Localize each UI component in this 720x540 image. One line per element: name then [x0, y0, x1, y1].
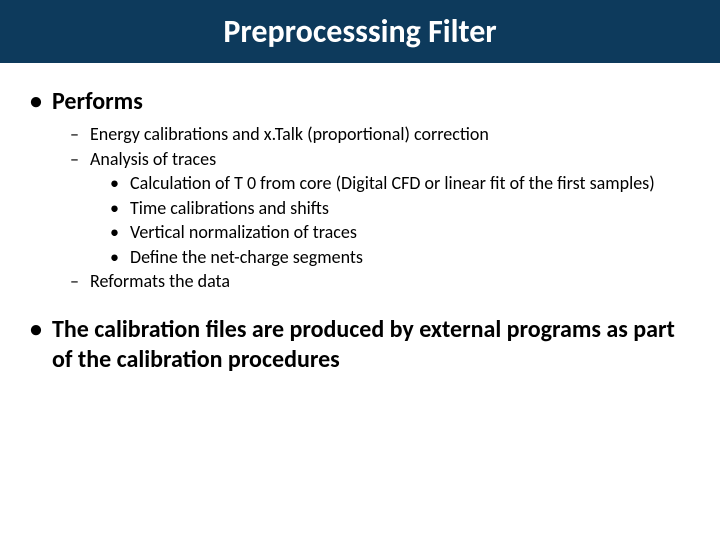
list-item: Energy calibrations and x.Talk (proporti…: [30, 123, 690, 146]
spacer: [30, 295, 690, 315]
list-item: Calculation of T 0 from core (Digital CF…: [30, 172, 690, 195]
slide: Preprocesssing Filter Performs Energy ca…: [0, 0, 720, 540]
list-item: Analysis of traces: [30, 148, 690, 171]
list-item: Vertical normalization of traces: [30, 221, 690, 244]
list-item: Define the net-charge segments: [30, 246, 690, 269]
slide-title: Preprocesssing Filter: [0, 14, 720, 49]
list-item: Time calibrations and shifts: [30, 197, 690, 220]
list-item: Reformats the data: [30, 270, 690, 293]
section-heading-performs: Performs: [30, 87, 690, 117]
title-band: Preprocesssing Filter: [0, 0, 720, 63]
bullet-list: Performs Energy calibrations and x.Talk …: [30, 87, 690, 375]
section-heading-calibration: The calibration files are produced by ex…: [30, 315, 690, 375]
slide-content: Performs Energy calibrations and x.Talk …: [0, 63, 720, 375]
